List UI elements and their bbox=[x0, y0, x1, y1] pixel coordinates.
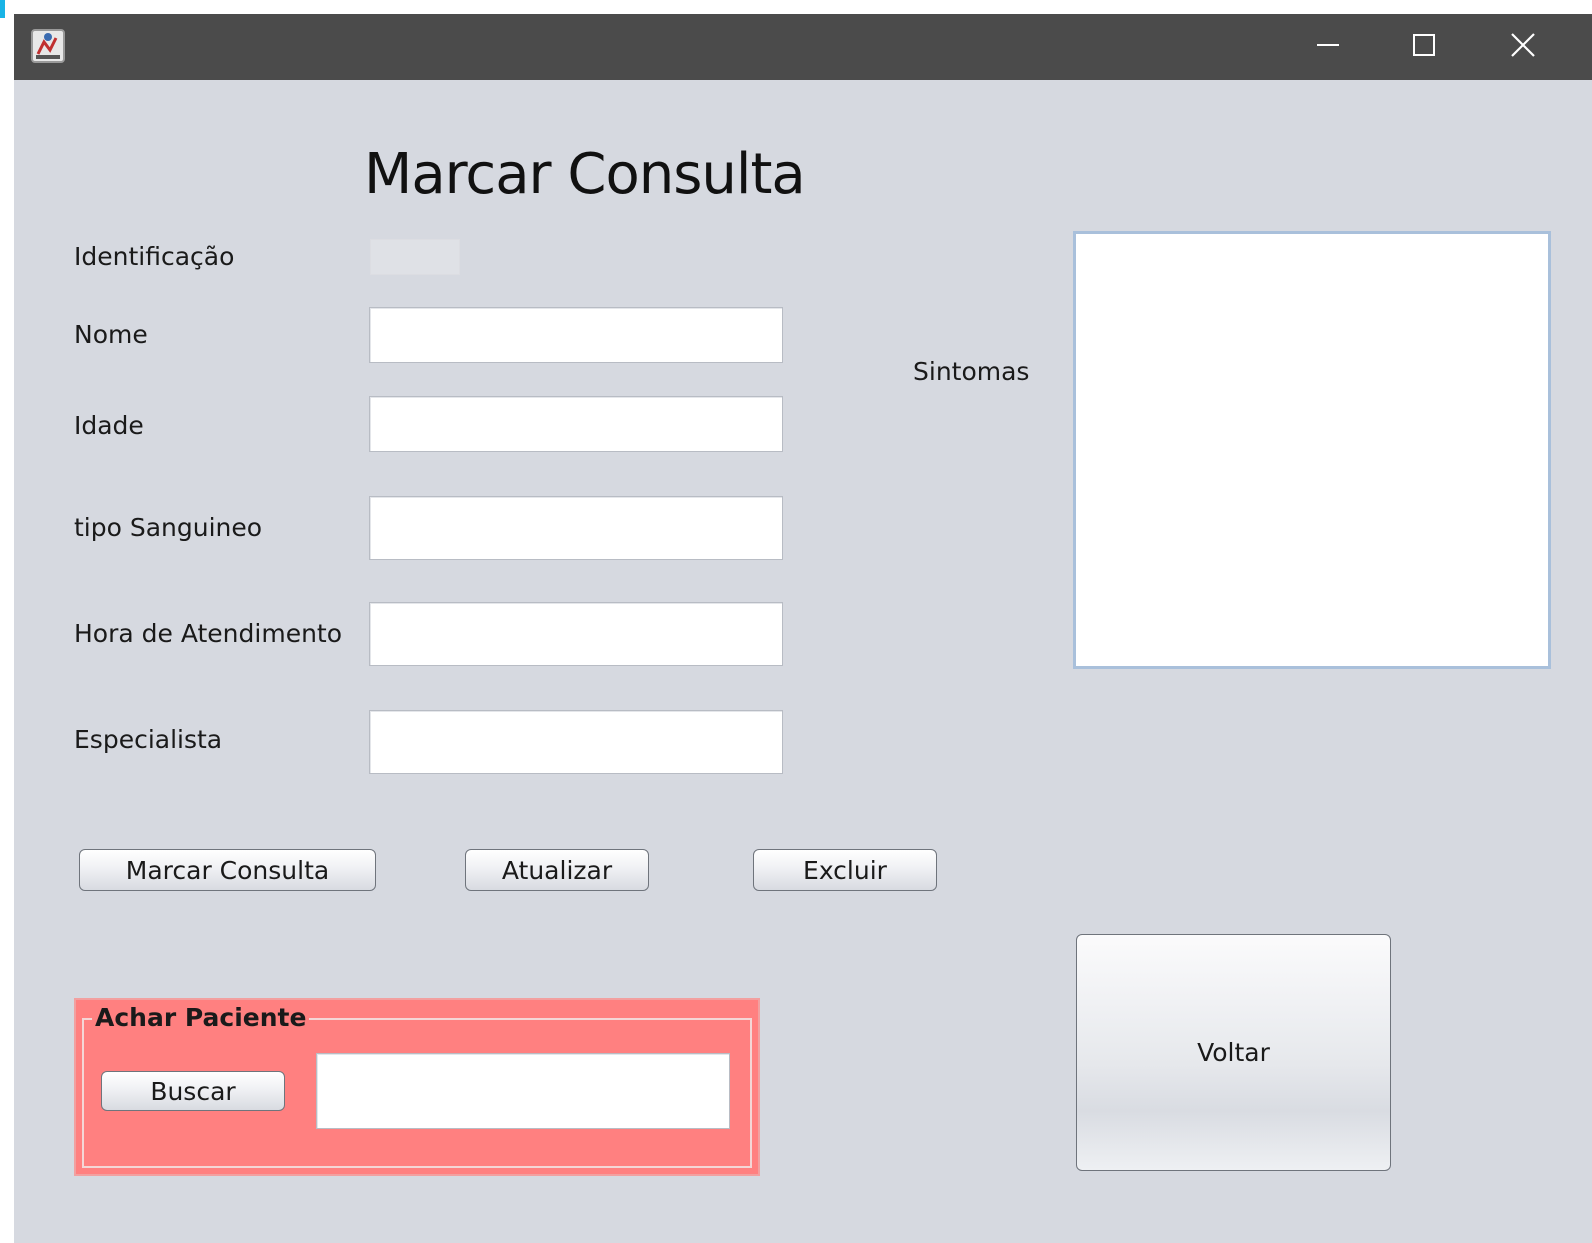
achar-paciente-title: Achar Paciente bbox=[92, 1003, 310, 1032]
page-title: Marcar Consulta bbox=[364, 142, 806, 207]
java-app-icon bbox=[30, 28, 66, 64]
close-button[interactable] bbox=[1475, 14, 1571, 80]
tipo-sanguineo-field[interactable] bbox=[369, 496, 783, 560]
close-icon bbox=[1510, 32, 1536, 63]
corner-accent bbox=[0, 0, 5, 18]
minimize-button[interactable] bbox=[1280, 14, 1376, 80]
buscar-input[interactable] bbox=[316, 1053, 730, 1129]
voltar-button[interactable]: Voltar bbox=[1076, 934, 1391, 1171]
idade-field[interactable] bbox=[369, 396, 783, 452]
title-bar[interactable] bbox=[14, 14, 1592, 80]
hora-atendimento-field[interactable] bbox=[369, 602, 783, 666]
excluir-button[interactable]: Excluir bbox=[753, 849, 937, 891]
especialista-label: Especialista bbox=[74, 725, 223, 754]
marcar-consulta-button[interactable]: Marcar Consulta bbox=[79, 849, 376, 891]
app-window: Marcar Consulta Identificação Nome Idade… bbox=[14, 14, 1592, 1243]
especialista-field[interactable] bbox=[369, 710, 783, 774]
achar-paciente-panel: Achar Paciente Buscar bbox=[74, 998, 760, 1176]
identificacao-label: Identificação bbox=[74, 242, 235, 271]
sintomas-label: Sintomas bbox=[913, 357, 1030, 386]
maximize-icon bbox=[1412, 33, 1436, 62]
buscar-button[interactable]: Buscar bbox=[101, 1071, 285, 1111]
idade-label: Idade bbox=[74, 411, 144, 440]
atualizar-button[interactable]: Atualizar bbox=[465, 849, 649, 891]
maximize-button[interactable] bbox=[1376, 14, 1472, 80]
tipo-sanguineo-label: tipo Sanguineo bbox=[74, 513, 263, 542]
identificacao-field[interactable] bbox=[370, 239, 460, 275]
hora-atendimento-label: Hora de Atendimento bbox=[74, 619, 343, 648]
nome-field[interactable] bbox=[369, 307, 783, 363]
sintomas-textarea[interactable] bbox=[1073, 231, 1551, 669]
minimize-icon bbox=[1316, 33, 1340, 62]
nome-label: Nome bbox=[74, 320, 148, 349]
